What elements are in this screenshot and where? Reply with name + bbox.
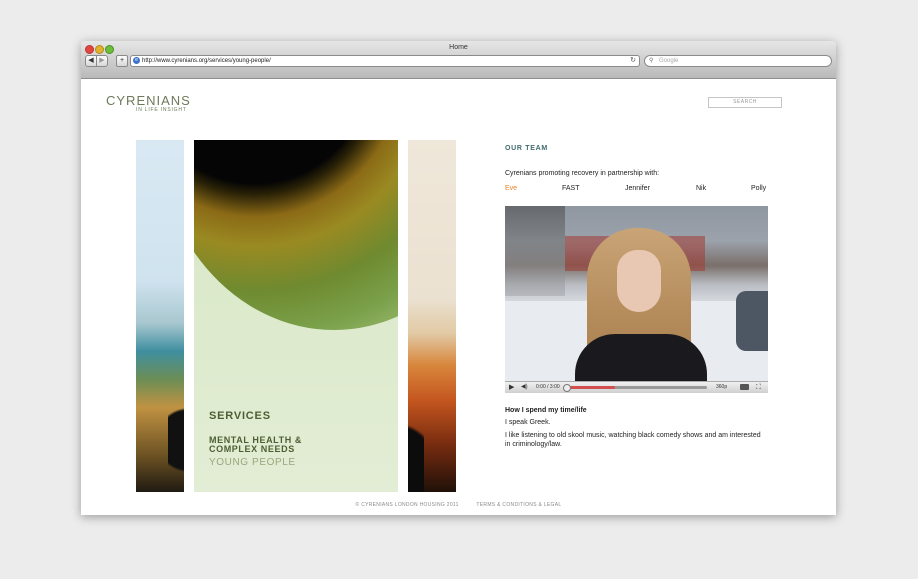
footer-terms-link[interactable]: TERMS & CONDITIONS & LEGAL — [476, 502, 561, 508]
fullscreen-icon[interactable]: ⛶ — [756, 382, 761, 393]
forward-button[interactable]: ▶ — [96, 55, 108, 67]
browser-search-field[interactable]: ⚲ Google — [644, 55, 832, 67]
site-logo[interactable]: CYRENIANS IN LIFE INSIGHT — [106, 93, 191, 113]
window-title: Home — [449, 44, 468, 51]
eye-image-center — [194, 140, 398, 330]
logo-wordmark: CYRENIANS — [106, 93, 191, 108]
browser-search-placeholder: Google — [659, 58, 679, 64]
search-icon: ⚲ — [649, 58, 654, 64]
video-bg-trees — [505, 206, 565, 296]
video-person-face — [617, 250, 661, 312]
team-tabs: Eve FAST Jennifer Nik Polly — [505, 185, 768, 195]
plus-icon: + — [119, 57, 125, 64]
back-arrow-icon: ◀ — [88, 57, 94, 64]
video-scrubber-handle[interactable] — [563, 384, 571, 392]
team-tab-eve[interactable]: Eve — [505, 185, 517, 192]
page-footer: © CYRENIANS LONDON HOUSING 2011 TERMS & … — [81, 502, 836, 508]
video-time: 0:00 / 3:00 — [536, 384, 560, 390]
service-link-young-people[interactable]: YOUNG PEOPLE — [209, 457, 296, 468]
forward-arrow-icon: ▶ — [99, 57, 105, 64]
globe-icon: e — [133, 57, 140, 64]
video-controls: ▶ ◀) 0:00 / 3:00 360p ⛶ — [505, 381, 768, 393]
team-intro: Cyrenians promoting recovery in partners… — [505, 170, 660, 177]
team-tab-fast[interactable]: FAST — [562, 185, 580, 192]
video-progress-bar[interactable] — [563, 384, 707, 392]
service-link-mental-health[interactable]: MENTAL HEALTH & COMPLEX NEEDS — [209, 436, 329, 454]
pupil-shape — [168, 390, 184, 490]
video-person-body — [575, 334, 707, 381]
video-frame[interactable] — [505, 206, 768, 381]
team-tab-nik[interactable]: Nik — [696, 185, 706, 192]
video-player[interactable]: ▶ ◀) 0:00 / 3:00 360p ⛶ — [505, 206, 768, 393]
eye-image-right[interactable] — [408, 140, 456, 492]
address-bar[interactable]: e http://www.cyrenians.org/services/youn… — [130, 55, 640, 67]
bio-text-2: I like listening to old skool music, wat… — [505, 432, 761, 448]
bio-heading: How I spend my time/life — [505, 407, 587, 414]
reload-icon[interactable]: ↻ — [630, 56, 636, 66]
eye-image-left[interactable] — [136, 140, 184, 492]
team-tab-polly[interactable]: Polly — [751, 185, 766, 192]
popout-icon[interactable] — [740, 384, 749, 390]
volume-icon[interactable]: ◀) — [521, 382, 528, 393]
browser-window: Home ◀ ▶ + e http://www.cyrenians.org/se… — [81, 41, 836, 515]
play-icon[interactable]: ▶ — [509, 382, 514, 393]
browser-titlebar: Home ◀ ▶ + e http://www.cyrenians.org/se… — [81, 41, 836, 79]
team-tab-jennifer[interactable]: Jennifer — [625, 185, 650, 192]
pupil-shape — [408, 400, 424, 492]
url-text: http://www.cyrenians.org/services/young-… — [142, 58, 271, 64]
logo-tagline: IN LIFE INSIGHT — [136, 107, 187, 113]
footer-copyright: © CYRENIANS LONDON HOUSING 2011 — [355, 502, 459, 508]
team-heading: OUR TEAM — [505, 145, 548, 152]
site-search-input[interactable]: SEARCH — [708, 97, 782, 108]
video-bg-car — [736, 291, 768, 351]
bio-text-1: I speak Greek. — [505, 419, 551, 426]
add-bookmark-button[interactable]: + — [116, 55, 128, 67]
services-panel: SERVICES MENTAL HEALTH & COMPLEX NEEDS Y… — [194, 140, 398, 492]
video-progress-fill — [565, 386, 615, 389]
video-quality[interactable]: 360p — [716, 382, 727, 393]
services-title: SERVICES — [209, 410, 271, 422]
